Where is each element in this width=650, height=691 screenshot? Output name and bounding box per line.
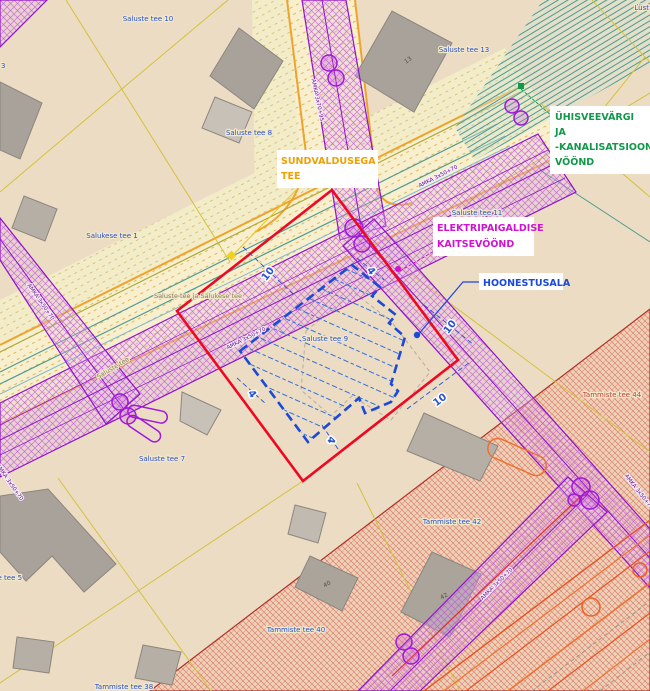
water-label-line1: ÜHISVEEVÄRGI	[555, 112, 634, 123]
sundvaldus-label-line1: SUNDVALDUSEGA	[281, 156, 376, 167]
plot-label-tammiste-38: Tammiste tee 38	[94, 683, 153, 691]
plot-label-saluste-7: Saluste tee 7	[139, 455, 185, 463]
plot-label-salukese-1: Salukese tee 1	[86, 232, 137, 240]
plot-label-tammiste-42: Tammiste tee 42	[422, 518, 481, 526]
plot-label-saluste-8: Saluste tee 8	[226, 129, 272, 137]
plot-label-tammiste-40: Tammiste tee 40	[266, 626, 325, 634]
electric-label-line2: KAITSEVÖÖND	[437, 239, 514, 250]
plot-label-saluste-10: Saluste tee 10	[123, 15, 174, 23]
sundvaldus-label-line2: TEE	[281, 171, 300, 182]
plot-label-saluste-9: Saluste tee 9	[302, 335, 348, 343]
road-junction-label: Saluste tee ja Salukese tee	[154, 292, 242, 300]
plot-label-saluste-11: Saluste tee 11	[452, 209, 503, 217]
water-label-line3: -KANALISATSIOONI	[555, 142, 650, 153]
plot-label-tammiste-44: Tammiste tee 44	[582, 391, 642, 399]
plot-label-saluste-3-partial: 3	[1, 62, 5, 70]
hoonestusala-label: HOONESTUSALA	[483, 278, 571, 289]
site-plan-screenshot: SUNDVALDUSEGA TEE ÜHISVEEVÄRGI JA -KANAL…	[0, 0, 650, 691]
plot-label-saluste-13: Saluste tee 13	[439, 46, 490, 54]
plot-label-corner-partial: Lüst	[634, 4, 649, 12]
plot-label-saluste-5: Saluste tee 5	[0, 574, 22, 582]
water-label-line4: VÖÖND	[555, 157, 594, 168]
water-anchor-dot	[518, 83, 524, 89]
site-plan-map: SUNDVALDUSEGA TEE ÜHISVEEVÄRGI JA -KANAL…	[0, 0, 650, 691]
electric-label-line1: ELEKTRIPAIGALDISE	[437, 223, 544, 234]
water-label-line2: JA	[554, 127, 567, 138]
